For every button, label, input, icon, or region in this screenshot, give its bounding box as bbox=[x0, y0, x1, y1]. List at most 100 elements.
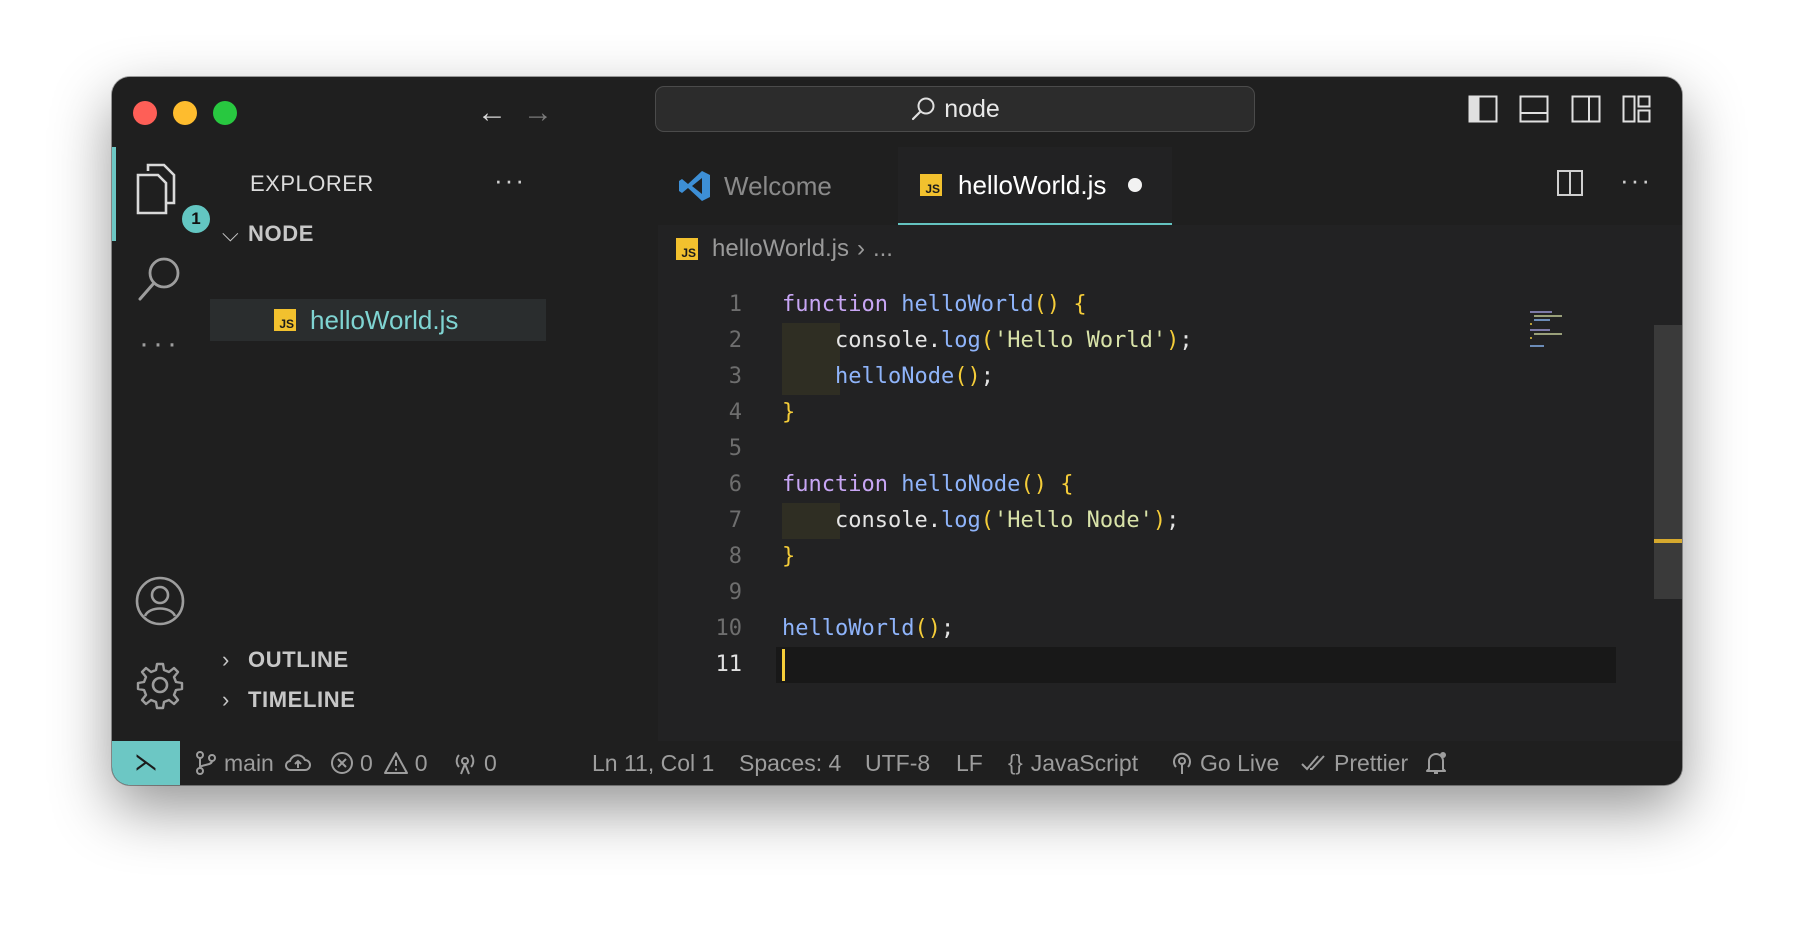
go-live-button[interactable]: Go Live bbox=[1170, 741, 1279, 785]
error-count: 0 bbox=[360, 750, 373, 776]
explorer-more-icon[interactable]: ··· bbox=[494, 165, 526, 196]
code-line[interactable]: 5 bbox=[658, 431, 1682, 467]
tab-welcome[interactable]: Welcome bbox=[658, 147, 876, 225]
code-line[interactable]: 10 helloWorld(); bbox=[658, 611, 1682, 647]
explorer-sidebar: EXPLORER ··· ⌵ NODE JS helloWorld.js › OUT… bbox=[210, 147, 658, 741]
braces-icon: {} bbox=[1008, 750, 1023, 775]
outline-label: OUTLINE bbox=[248, 647, 349, 672]
explorer-activity[interactable]: 1 bbox=[134, 161, 212, 235]
language-label: JavaScript bbox=[1030, 750, 1139, 776]
scrollbar-cursor-marker bbox=[1654, 539, 1682, 543]
notifications-button[interactable] bbox=[1424, 741, 1454, 785]
javascript-file-icon: JS bbox=[274, 309, 296, 331]
code-lines[interactable]: 1 function helloWorld() {2 console.log('H… bbox=[658, 287, 1682, 683]
breadcrumb-file[interactable]: helloWorld.js bbox=[712, 235, 849, 263]
code-line[interactable]: 1 function helloWorld() { bbox=[658, 287, 1682, 323]
code-text: } bbox=[782, 400, 796, 425]
outline-section[interactable]: › OUTLINE bbox=[222, 647, 349, 673]
code-line[interactable]: 2 console.log('Hello World'); bbox=[658, 323, 1682, 359]
ports-count: 0 bbox=[484, 750, 497, 776]
status-bar: ⋋ main 0 0 0 Ln 11, Col 1 Spaces: 4 UTF-… bbox=[112, 741, 1682, 785]
explorer-badge: 1 bbox=[180, 203, 212, 235]
indentation-status[interactable]: Spaces: 4 bbox=[739, 741, 841, 785]
problems-status[interactable]: 0 0 bbox=[330, 741, 428, 785]
code-editor[interactable]: JS helloWorld.js › ... 1 function helloWo… bbox=[658, 225, 1682, 741]
more-views-icon[interactable]: ··· bbox=[139, 327, 181, 361]
line-number: 11 bbox=[715, 652, 743, 677]
search-activity[interactable] bbox=[134, 253, 186, 310]
close-window-button[interactable] bbox=[133, 101, 157, 125]
folder-node-header[interactable]: ⌵ NODE bbox=[222, 221, 314, 247]
code-line[interactable]: 8} bbox=[658, 539, 1682, 575]
code-line[interactable]: 11 bbox=[658, 647, 1682, 683]
cloud-upload-icon bbox=[284, 754, 311, 771]
chevron-right-icon: › bbox=[222, 687, 230, 712]
gear-icon bbox=[136, 662, 184, 710]
code-line[interactable]: 3 helloNode(); bbox=[658, 359, 1682, 395]
code-line[interactable]: 9 bbox=[658, 575, 1682, 611]
search-text: node bbox=[944, 94, 1000, 123]
encoding-status[interactable]: UTF-8 bbox=[865, 741, 930, 785]
toggle-secondary-sidebar-icon[interactable] bbox=[1571, 95, 1601, 123]
code-line[interactable]: 7 console.log('Hello Node'); bbox=[658, 503, 1682, 539]
line-number: 5 bbox=[728, 436, 742, 461]
breadcrumb: JS helloWorld.js › ... bbox=[676, 235, 893, 263]
warning-icon bbox=[383, 752, 408, 774]
toggle-primary-sidebar-icon[interactable] bbox=[1468, 95, 1498, 123]
timeline-label: TIMELINE bbox=[248, 687, 356, 712]
branch-status[interactable]: main bbox=[194, 741, 318, 785]
code-text: helloNode(); bbox=[834, 364, 994, 389]
title-bar: ← → node bbox=[112, 77, 1682, 147]
current-line-highlight bbox=[776, 647, 1616, 683]
remote-indicator-button[interactable]: ⋋ bbox=[112, 741, 180, 785]
text-cursor bbox=[782, 649, 785, 681]
breadcrumb-rest[interactable]: ... bbox=[873, 235, 893, 263]
code-line[interactable]: 4} bbox=[658, 395, 1682, 431]
files-icon bbox=[136, 163, 176, 215]
customize-layout-icon[interactable] bbox=[1622, 95, 1652, 123]
javascript-file-icon: JS bbox=[676, 238, 698, 260]
minimize-window-button[interactable] bbox=[173, 101, 197, 125]
command-center-search[interactable]: node bbox=[655, 86, 1255, 132]
javascript-file-icon: JS bbox=[920, 174, 942, 196]
back-arrow-icon[interactable]: ← bbox=[477, 95, 507, 131]
active-view-indicator bbox=[112, 147, 116, 241]
toggle-panel-icon[interactable] bbox=[1519, 95, 1549, 123]
line-number: 7 bbox=[728, 508, 742, 533]
minimap[interactable] bbox=[1530, 309, 1590, 353]
language-mode[interactable]: {} JavaScript bbox=[1008, 741, 1138, 785]
prettier-status[interactable]: Prettier bbox=[1300, 741, 1408, 785]
code-text: } bbox=[782, 544, 796, 569]
code-line[interactable]: 6 function helloNode() { bbox=[658, 467, 1682, 503]
split-editor-icon[interactable] bbox=[1556, 169, 1584, 197]
code-text: helloWorld(); bbox=[782, 616, 955, 641]
activity-bar: 1 ··· bbox=[112, 147, 212, 741]
tab-label: Welcome bbox=[724, 170, 832, 201]
cursor-position[interactable]: Ln 11, Col 1 bbox=[592, 741, 714, 785]
explorer-title: EXPLORER bbox=[250, 171, 374, 196]
ports-status[interactable]: 0 bbox=[452, 741, 497, 785]
antenna-icon bbox=[1173, 752, 1191, 774]
accounts-activity[interactable] bbox=[134, 575, 186, 632]
tab-helloworld-js[interactable]: JS helloWorld.js bbox=[898, 147, 1172, 225]
forward-arrow-icon[interactable]: → bbox=[523, 95, 553, 131]
file-item-label: helloWorld.js bbox=[310, 304, 459, 335]
line-number: 8 bbox=[728, 544, 742, 569]
code-text: function helloNode() { bbox=[782, 472, 1074, 497]
editor-tab-bar: Welcome JS helloWorld.js ··· bbox=[658, 147, 1682, 225]
more-actions-icon[interactable]: ··· bbox=[1620, 167, 1652, 197]
eol-status[interactable]: LF bbox=[956, 741, 983, 785]
vertical-scrollbar[interactable] bbox=[1654, 325, 1682, 599]
zoom-window-button[interactable] bbox=[213, 101, 237, 125]
file-item-helloworld[interactable]: JS helloWorld.js bbox=[210, 299, 546, 341]
line-number: 6 bbox=[728, 472, 742, 497]
timeline-section[interactable]: › TIMELINE bbox=[222, 687, 355, 713]
go-live-label: Go Live bbox=[1200, 750, 1280, 776]
line-number: 10 bbox=[715, 616, 743, 641]
warning-count: 0 bbox=[414, 750, 428, 776]
vscode-window: ← → node 1 ··· EXPLORER ··· ⌵ NODE JS he… bbox=[112, 77, 1682, 785]
manage-activity[interactable] bbox=[134, 659, 186, 716]
line-number: 2 bbox=[728, 328, 742, 353]
unsaved-dot-icon[interactable] bbox=[1128, 178, 1143, 192]
search-icon bbox=[912, 97, 935, 121]
